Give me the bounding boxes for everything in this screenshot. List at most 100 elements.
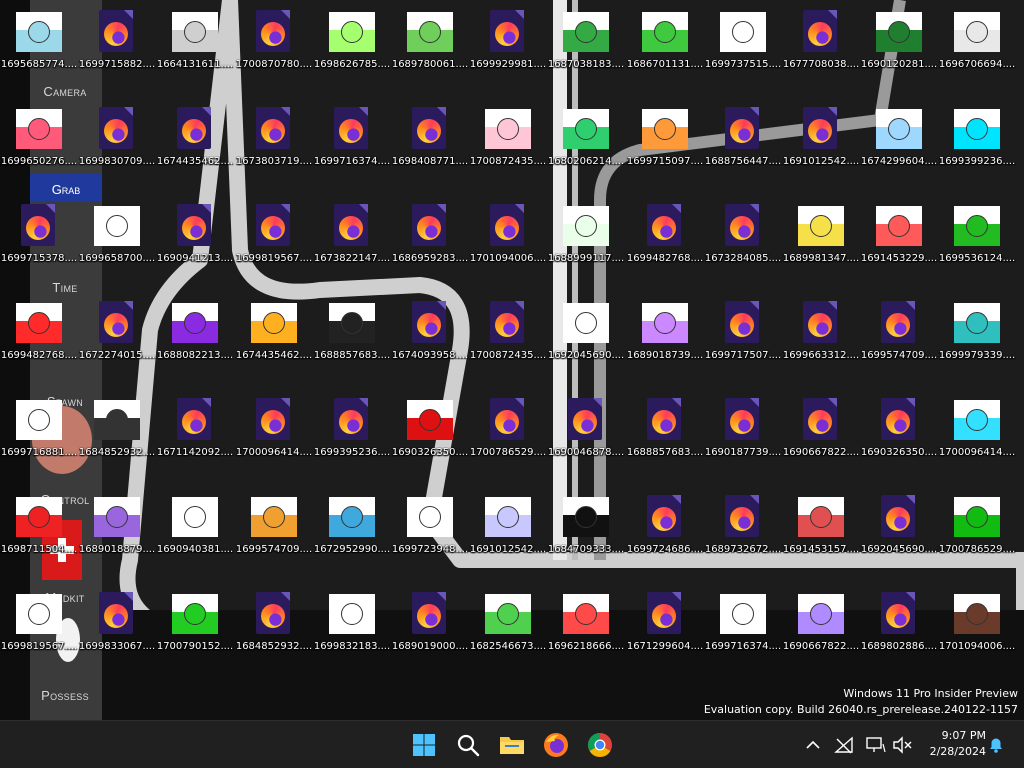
desktop-icon[interactable]: 1689780061.... (391, 2, 469, 98)
desktop-icon[interactable]: 1672952990.... (313, 487, 391, 583)
desktop-icon[interactable]: 1689732672.... (704, 487, 782, 583)
desktop-icon[interactable]: 1684852932.... (78, 390, 156, 486)
desktop-icon[interactable]: 1690120281.... (860, 2, 938, 98)
desktop-icon[interactable]: 1674093958.... (391, 293, 469, 389)
desktop-icon[interactable]: 1687038183.... (547, 2, 625, 98)
desktop-icon[interactable]: 1691453229.... (860, 196, 938, 292)
desktop-icon[interactable]: 1691453157.... (782, 487, 860, 583)
desktop-icon[interactable]: 1673803719.... (235, 99, 313, 195)
desktop-icon[interactable]: 1699929981.... (469, 2, 547, 98)
desktop-icon[interactable]: 1699716881.... (0, 390, 78, 486)
desktop-icon[interactable]: 1688857683.... (626, 390, 704, 486)
desktop-icon[interactable]: 1699395236.... (313, 390, 391, 486)
desktop-icon[interactable]: 1699716374.... (704, 584, 782, 680)
desktop-icon[interactable]: 1699724686.... (626, 487, 704, 583)
desktop-icon[interactable]: 1698626785.... (313, 2, 391, 98)
desktop-icon[interactable]: 1699723948.... (391, 487, 469, 583)
desktop-icon[interactable]: 1699536124.... (938, 196, 1016, 292)
desktop-icon[interactable]: 1689019000.... (391, 584, 469, 680)
desktop-icon[interactable]: 1699833067.... (78, 584, 156, 680)
desktop-icon[interactable]: 1689981347.... (782, 196, 860, 292)
desktop-icon[interactable]: 1673284085.... (704, 196, 782, 292)
firefox-button[interactable] (540, 729, 572, 761)
desktop-icon[interactable]: 1696706694.... (938, 2, 1016, 98)
desktop-icon[interactable]: 1699715882.... (78, 2, 156, 98)
desktop-icon[interactable]: 1700870780.... (235, 2, 313, 98)
desktop-icon[interactable]: 1700872435.... (469, 99, 547, 195)
desktop-icon[interactable]: 1699979339.... (938, 293, 1016, 389)
show-hidden-icons-button[interactable] (803, 735, 823, 755)
desktop-icon[interactable]: 1690046878.... (547, 390, 625, 486)
desktop-icon[interactable]: 1674435462.... (235, 293, 313, 389)
desktop-icon[interactable]: 1699715097.... (626, 99, 704, 195)
desktop-icon[interactable]: 1700096414.... (938, 390, 1016, 486)
desktop-icon[interactable]: 1664131611.... (156, 2, 234, 98)
desktop-icon[interactable]: 1699574709.... (235, 487, 313, 583)
desktop-icon[interactable]: 1695685774.... (0, 2, 78, 98)
desktop-icon[interactable]: 1688756447.... (704, 99, 782, 195)
desktop-icon[interactable]: 1699482768.... (626, 196, 704, 292)
network-status-button[interactable] (834, 735, 854, 755)
desktop-icon[interactable]: 1699830709.... (78, 99, 156, 195)
desktop-icon[interactable]: 1674435462.... (156, 99, 234, 195)
chrome-button[interactable] (584, 729, 616, 761)
desktop-icon[interactable]: 1699715378.... (0, 196, 78, 292)
desktop-icon[interactable]: 1699717507.... (704, 293, 782, 389)
desktop-icon[interactable]: 1701094006.... (938, 584, 1016, 680)
desktop-icon[interactable]: 1684852932.... (235, 584, 313, 680)
search-button[interactable] (452, 729, 484, 761)
notifications-button[interactable] (986, 735, 1006, 755)
desktop-icon[interactable]: 1699737515.... (704, 2, 782, 98)
desktop-icon[interactable]: 1691012542.... (782, 99, 860, 195)
desktop-icon[interactable]: 1700786529.... (938, 487, 1016, 583)
desktop-icon[interactable]: 1689018739.... (626, 293, 704, 389)
desktop-icon[interactable]: 1698711504.... (0, 487, 78, 583)
desktop-icon[interactable]: 1698408771.... (391, 99, 469, 195)
desktop-icon[interactable]: 1700872435.... (469, 293, 547, 389)
desktop-icon[interactable]: 1690326350.... (391, 390, 469, 486)
desktop-icon[interactable]: 1699658700.... (78, 196, 156, 292)
desktop-icon[interactable]: 1700786529.... (469, 390, 547, 486)
desktop-icon[interactable]: 1686959283.... (391, 196, 469, 292)
desktop-icon[interactable]: 1699716374.... (313, 99, 391, 195)
desktop-icon[interactable]: 1692045690.... (547, 293, 625, 389)
desktop-icon[interactable]: 1699399236.... (938, 99, 1016, 195)
desktop-icon[interactable]: 1700790152.... (156, 584, 234, 680)
desktop-icon[interactable]: 1673822147.... (313, 196, 391, 292)
desktop-icon[interactable]: 1690941213.... (156, 196, 234, 292)
desktop-icon[interactable]: 1699819567.... (235, 196, 313, 292)
desktop-icon[interactable]: 1692045690.... (860, 487, 938, 583)
desktop-icon[interactable]: 1699819567.... (0, 584, 78, 680)
desktop-icon[interactable]: 1691012542.... (469, 487, 547, 583)
desktop-icon[interactable]: 1671299604.... (626, 584, 704, 680)
desktop-icon[interactable]: 1690940381.... (156, 487, 234, 583)
display-button[interactable] (866, 735, 886, 755)
desktop-icon[interactable]: 1699482768.... (0, 293, 78, 389)
desktop-icon[interactable]: 1674299604.... (860, 99, 938, 195)
desktop-icon[interactable]: 1688082213.... (156, 293, 234, 389)
start-button[interactable] (408, 729, 440, 761)
desktop-icon[interactable]: 1677708038.... (782, 2, 860, 98)
system-clock[interactable]: 9:07 PM 2/28/2024 (930, 728, 986, 760)
desktop-icon[interactable]: 1688857683.... (313, 293, 391, 389)
desktop-icon[interactable]: 1680206214.... (547, 99, 625, 195)
desktop-icon[interactable]: 1671142092.... (156, 390, 234, 486)
desktop-icon[interactable]: 1688999117.... (547, 196, 625, 292)
desktop-icon[interactable]: 1690667822.... (782, 584, 860, 680)
desktop-icon[interactable]: 1672274015.... (78, 293, 156, 389)
desktop-icon[interactable]: 1700096414.... (235, 390, 313, 486)
desktop-icon[interactable]: 1684709333.... (547, 487, 625, 583)
desktop-icon[interactable]: 1690667822.... (782, 390, 860, 486)
desktop-icon[interactable]: 1686701131.... (626, 2, 704, 98)
volume-button[interactable] (892, 735, 912, 755)
desktop-icon[interactable]: 1690187739.... (704, 390, 782, 486)
desktop-icon[interactable]: 1689802886.... (860, 584, 938, 680)
desktop-icon[interactable]: 1699832183.... (313, 584, 391, 680)
desktop-icon[interactable]: 1690326350.... (860, 390, 938, 486)
desktop-icon[interactable]: 1701094006.... (469, 196, 547, 292)
desktop-icon[interactable]: 1699663312.... (782, 293, 860, 389)
desktop-icon[interactable]: 1699574709.... (860, 293, 938, 389)
desktop-icon[interactable]: 1689018879.... (78, 487, 156, 583)
desktop-icon[interactable]: 1682546673.... (469, 584, 547, 680)
desktop-icon[interactable]: 1699650276.... (0, 99, 78, 195)
